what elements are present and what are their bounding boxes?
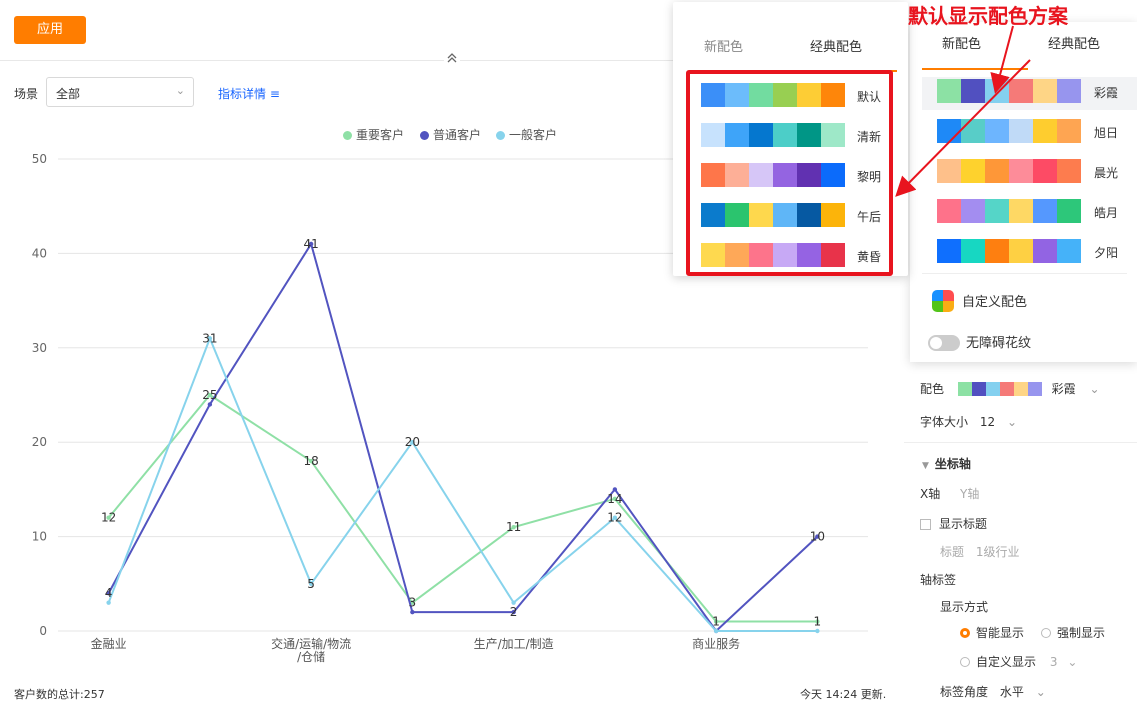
annotation-arrows [895,25,1031,197]
annotation-arrow [895,59,1031,197]
